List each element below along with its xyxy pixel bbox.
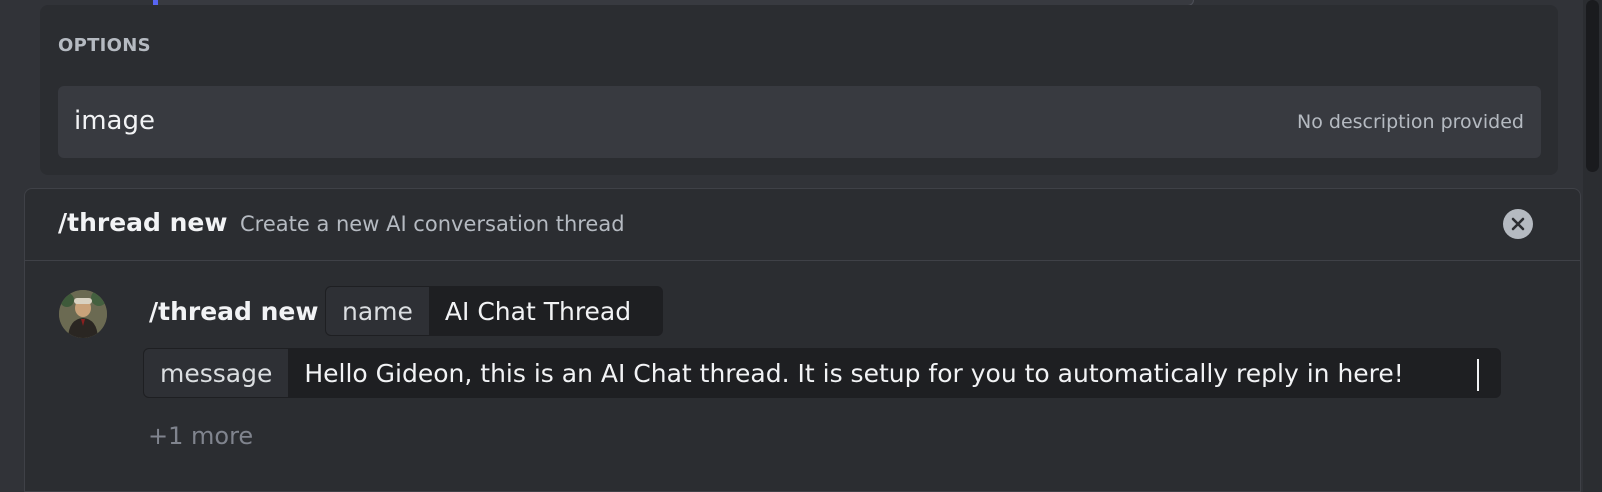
options-panel: OPTIONS image No description provided	[40, 5, 1558, 175]
param-name-pill[interactable]: name AI Chat Thread	[325, 286, 663, 336]
scrollbar-thumb[interactable]	[1586, 0, 1599, 172]
param-key-message: message	[144, 349, 289, 397]
command-autocomplete-view: OPTIONS image No description provided /t…	[0, 0, 1602, 492]
avatar	[59, 290, 107, 338]
param-key-name: name	[326, 287, 429, 335]
more-options-link[interactable]: +1 more	[148, 422, 253, 450]
command-title: /thread new	[58, 208, 228, 237]
close-icon[interactable]	[1503, 209, 1533, 239]
option-name: image	[74, 106, 155, 136]
command-header: /thread new Create a new AI conversation…	[25, 189, 1580, 261]
option-item-image[interactable]: image No description provided	[58, 86, 1541, 158]
param-value-name[interactable]: AI Chat Thread	[428, 287, 648, 335]
command-prefix: /thread new	[149, 297, 319, 326]
param-message-pill[interactable]: message Hello Gideon, this is an AI Chat…	[143, 348, 1501, 398]
text-caret	[1477, 359, 1479, 391]
param-value-message[interactable]: Hello Gideon, this is an AI Chat thread.…	[288, 349, 1420, 397]
command-panel: /thread new Create a new AI conversation…	[24, 188, 1581, 492]
options-heading: OPTIONS	[58, 35, 151, 56]
command-description: Create a new AI conversation thread	[240, 212, 625, 236]
option-description: No description provided	[1297, 111, 1524, 133]
